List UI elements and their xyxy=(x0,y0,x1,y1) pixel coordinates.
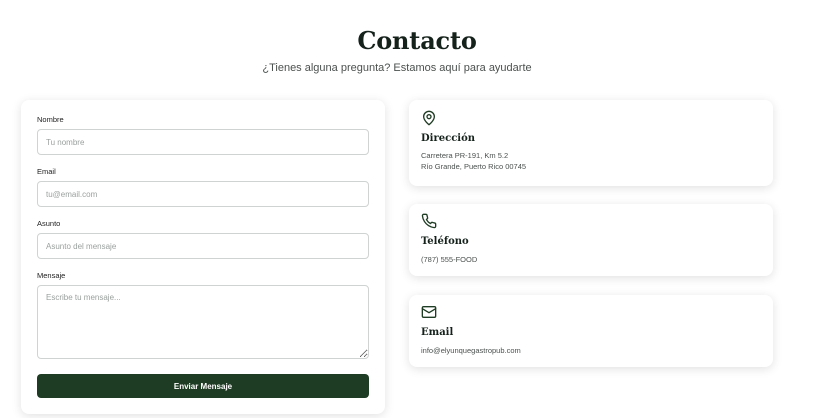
subject-input[interactable] xyxy=(37,233,369,259)
phone-value: (787) 555-FOOD xyxy=(421,255,478,264)
address-line-2: Río Grande, Puerto Rico 00745 xyxy=(421,162,527,171)
name-label: Nombre xyxy=(37,115,64,124)
send-message-button[interactable]: Enviar Mensaje xyxy=(37,374,369,398)
contact-form: Nombre Email Asunto Mensaje Enviar Mensa… xyxy=(21,100,385,414)
email-title: Email xyxy=(421,327,454,338)
message-textarea[interactable] xyxy=(37,285,369,359)
address-line-1: Carretera PR-191, Km 5.2 xyxy=(421,151,509,160)
message-label: Mensaje xyxy=(37,271,66,280)
phone-icon xyxy=(421,213,437,229)
email-card: Email info@elyunquegastropub.com xyxy=(409,295,773,367)
page-subtitle: ¿Tienes alguna pregunta? Estamos aquí pa… xyxy=(262,62,532,74)
phone-card: Teléfono (787) 555-FOOD xyxy=(409,204,773,276)
map-pin-icon xyxy=(423,110,435,126)
name-input[interactable] xyxy=(37,129,369,155)
email-label: Email xyxy=(37,167,56,176)
email-value: info@elyunquegastropub.com xyxy=(421,346,521,355)
phone-title: Teléfono xyxy=(421,236,469,247)
address-card: Dirección Carretera PR-191, Km 5.2 Río G… xyxy=(409,100,773,186)
page-title: Contacto xyxy=(357,26,477,55)
email-input[interactable] xyxy=(37,181,369,207)
address-title: Dirección xyxy=(421,133,476,144)
mail-icon xyxy=(421,306,437,318)
subject-label: Asunto xyxy=(37,219,61,228)
